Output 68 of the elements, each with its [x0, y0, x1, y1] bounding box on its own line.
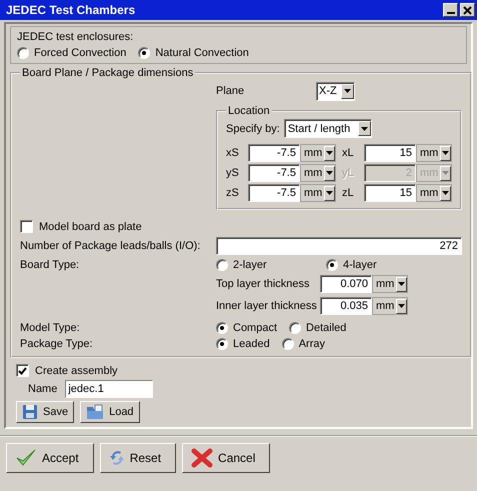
- load-button[interactable]: Load: [80, 401, 140, 423]
- window-title: JEDEC Test Chambers: [6, 3, 136, 17]
- unit-dropdown[interactable]: mm: [416, 184, 452, 202]
- radio-button[interactable]: [216, 338, 228, 350]
- field-label: Specify by:: [226, 122, 280, 134]
- field-label: Plane: [216, 85, 246, 97]
- number-field[interactable]: 15: [364, 144, 416, 162]
- unit-dropdown[interactable]: mm: [300, 144, 336, 162]
- accept-button[interactable]: Accept: [6, 443, 94, 473]
- folder-icon: [86, 404, 104, 420]
- plane-dropdown[interactable]: X-Z: [316, 82, 355, 100]
- field-label: Inner layer thickness: [216, 300, 318, 312]
- specify-dropdown[interactable]: Start / length: [284, 119, 372, 138]
- radio-button[interactable]: [138, 47, 150, 59]
- field-label: zS: [226, 187, 240, 199]
- checkbox[interactable]: [20, 220, 33, 233]
- number-field[interactable]: -7.5: [248, 144, 300, 162]
- field-label: xL: [342, 147, 355, 159]
- leads-field[interactable]: 272: [216, 237, 462, 255]
- number-field[interactable]: -7.5: [248, 184, 300, 202]
- cancel-button[interactable]: Cancel: [182, 443, 270, 473]
- unit-dropdown[interactable]: mm: [372, 275, 408, 293]
- section-label: JEDEC test enclosures:: [17, 31, 134, 43]
- radio-label: 2-layer: [233, 259, 267, 271]
- number-field[interactable]: 0.070: [320, 275, 372, 293]
- group-title: Board Plane / Package dimensions: [21, 67, 194, 79]
- radio-label: Array: [298, 338, 325, 350]
- field-label: Top layer thickness: [216, 278, 311, 290]
- field-label: yS: [226, 167, 240, 179]
- radio-label: Compact: [233, 322, 278, 334]
- cancel-icon: [191, 448, 214, 468]
- radio-label: 4-layer: [343, 259, 377, 271]
- radio-label: Detailed: [306, 322, 346, 334]
- field-label: Package Type:: [20, 338, 94, 350]
- radio-label: Leaded: [233, 338, 270, 350]
- number-field[interactable]: 0.035: [320, 297, 372, 315]
- field-label: xS: [226, 147, 240, 159]
- radio-button[interactable]: [17, 47, 29, 59]
- field-label: Board Type:: [20, 259, 80, 271]
- save-button[interactable]: Save: [16, 401, 74, 423]
- unit-dropdown[interactable]: mm: [300, 184, 336, 202]
- radio-button[interactable]: [282, 338, 294, 350]
- refresh-icon: [108, 448, 125, 468]
- group-title: Location: [227, 105, 271, 117]
- number-field[interactable]: 15: [364, 184, 416, 202]
- field-label: Name: [28, 383, 58, 395]
- number-field[interactable]: -7.5: [248, 164, 300, 182]
- checkbox[interactable]: [16, 364, 29, 377]
- radio-label: Forced Convection: [34, 47, 126, 59]
- check-icon: [15, 448, 37, 468]
- unit-dropdown[interactable]: mm: [416, 144, 452, 162]
- radio-button[interactable]: [216, 322, 228, 334]
- close-icon: [463, 6, 472, 14]
- reset-button[interactable]: Reset: [100, 443, 176, 473]
- checkbox-label: Create assembly: [35, 364, 118, 376]
- close-button[interactable]: [460, 3, 475, 17]
- field-label: zL: [342, 187, 355, 199]
- unit-dropdown[interactable]: mm: [372, 297, 408, 315]
- unit-dropdown[interactable]: mm: [300, 164, 336, 182]
- checkbox-label: Model board as plate: [39, 220, 142, 232]
- radio-button[interactable]: [326, 259, 338, 271]
- field-label: Number of Package leads/balls (I/O):: [20, 240, 202, 252]
- radio-label: Natural Convection: [155, 47, 249, 59]
- minimize-button[interactable]: [443, 3, 458, 17]
- field-label: Model Type:: [20, 322, 81, 334]
- radio-button[interactable]: [289, 322, 302, 334]
- name-field[interactable]: jedec.1: [65, 380, 154, 398]
- radio-button[interactable]: [216, 259, 228, 271]
